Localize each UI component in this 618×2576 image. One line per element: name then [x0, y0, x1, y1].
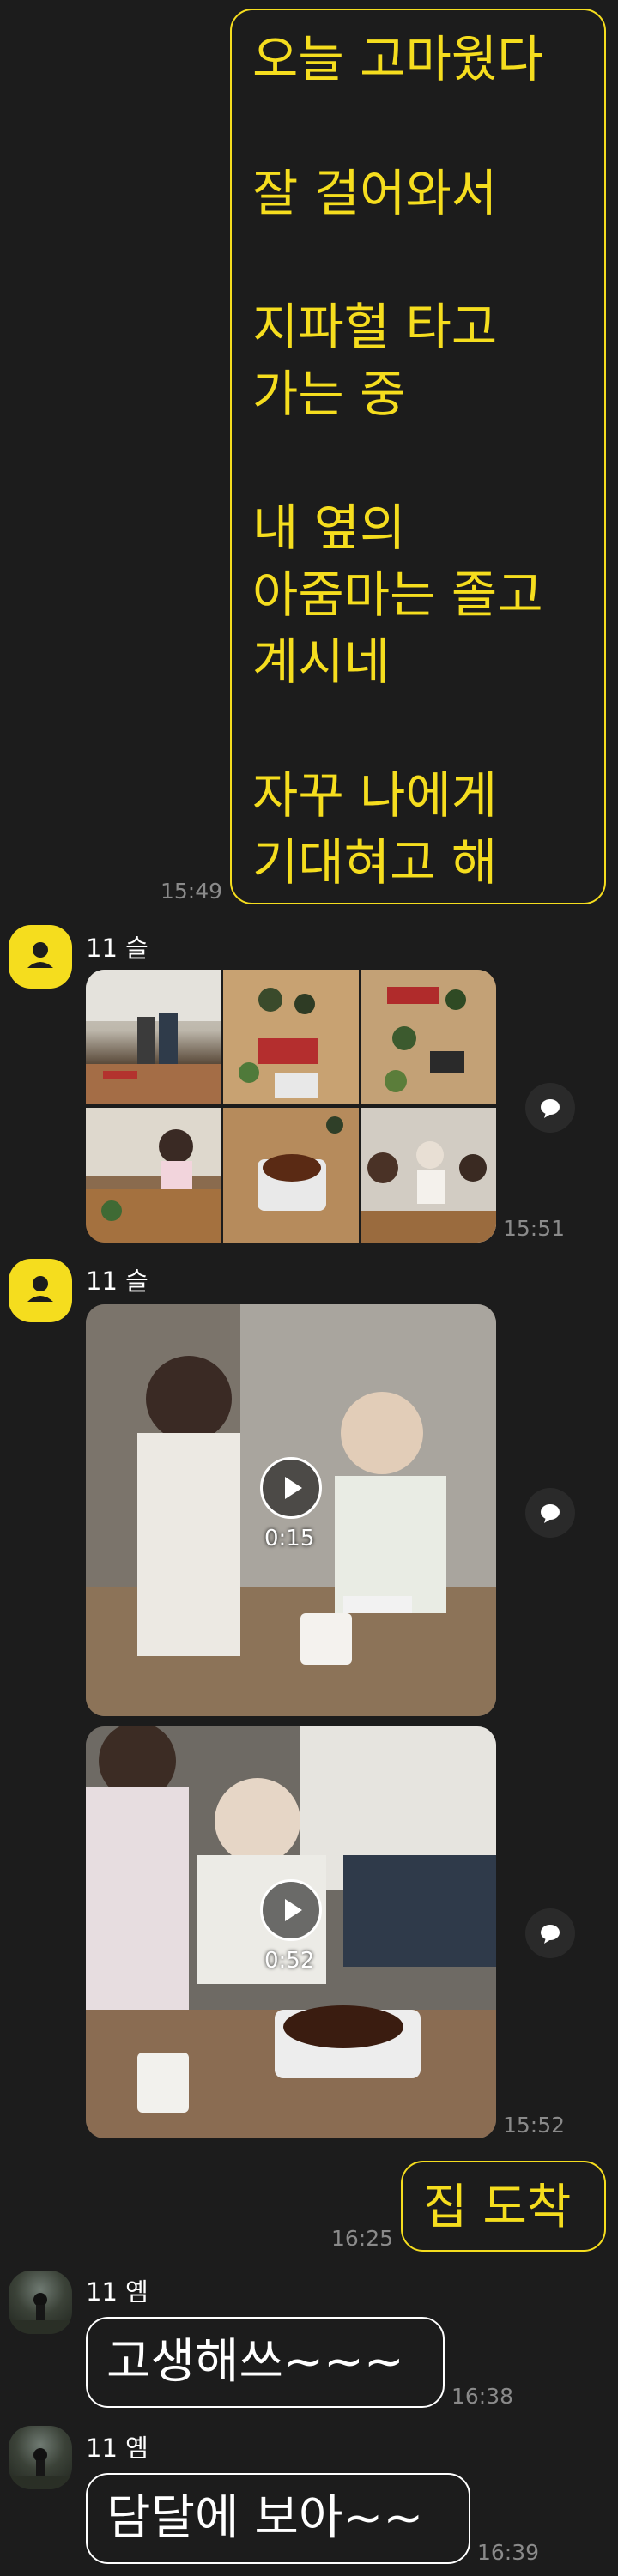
my-message-bubble[interactable]: 오늘 고마웠다 잘 걸어와서 지파헐 타고 가는 중 내 옆의 아줌마는 졸고 … — [230, 9, 606, 904]
message-time: 15:52 — [503, 2113, 566, 2138]
my-message-bubble[interactable]: 집 도착 — [401, 2161, 606, 2252]
share-icon — [541, 1099, 560, 1118]
message-time: 16:25 — [331, 2226, 394, 2251]
photo-thumbnail[interactable] — [223, 1108, 359, 1243]
message-time: 16:38 — [451, 2384, 514, 2409]
message-bubble[interactable]: 고생해쓰~~~ — [86, 2317, 445, 2408]
photo-thumbnail[interactable] — [86, 1108, 221, 1243]
message-time: 15:49 — [161, 879, 223, 904]
profile-photo — [9, 2293, 72, 2334]
message-time: 15:51 — [503, 1216, 566, 1241]
photo-thumbnail[interactable] — [86, 970, 221, 1104]
share-button[interactable] — [525, 1488, 575, 1538]
play-icon — [285, 1477, 302, 1499]
play-button[interactable] — [260, 1879, 322, 1941]
avatar[interactable] — [9, 2271, 72, 2334]
message-bubble[interactable]: 담달에 보아~~ — [86, 2473, 470, 2564]
profile-photo — [9, 2448, 72, 2489]
share-button[interactable] — [525, 1908, 575, 1958]
sender-name: 11 슬 — [86, 934, 148, 963]
avatar[interactable] — [9, 925, 72, 989]
video-duration: 0:15 — [264, 1526, 315, 1551]
person-icon — [27, 1276, 53, 1302]
play-icon — [285, 1899, 302, 1921]
avatar[interactable] — [9, 2426, 72, 2489]
person-icon — [27, 942, 53, 968]
share-button[interactable] — [525, 1083, 575, 1133]
photo-thumbnail[interactable] — [361, 970, 496, 1104]
photo-grid[interactable] — [86, 970, 496, 1243]
photo-thumbnail[interactable] — [223, 970, 359, 1104]
sender-name: 11 옘 — [86, 2277, 148, 2307]
avatar[interactable] — [9, 1259, 72, 1322]
video-duration: 0:52 — [264, 1948, 315, 1974]
sender-name: 11 슬 — [86, 1267, 148, 1296]
photo-thumbnail[interactable] — [361, 1108, 496, 1243]
share-icon — [541, 1504, 560, 1523]
video-thumbnail[interactable]: 0:15 — [86, 1304, 496, 1716]
video-thumbnail[interactable]: 0:52 — [86, 1726, 496, 2138]
message-time: 16:39 — [477, 2540, 540, 2565]
sender-name: 11 옘 — [86, 2434, 148, 2463]
play-button[interactable] — [260, 1457, 322, 1519]
share-icon — [541, 1925, 560, 1944]
